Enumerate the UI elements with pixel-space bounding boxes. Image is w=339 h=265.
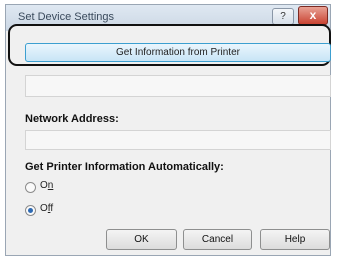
radio-off[interactable]	[25, 205, 36, 216]
help-button[interactable]: Help	[260, 229, 330, 250]
radio-off-label: Off	[40, 203, 54, 214]
radio-on-label: On	[40, 180, 54, 191]
info-display-field	[25, 75, 331, 97]
get-information-button[interactable]: Get Information from Printer	[25, 43, 331, 62]
network-address-field[interactable]	[25, 130, 331, 150]
radio-on[interactable]	[25, 182, 36, 193]
auto-info-label: Get Printer Information Automatically:	[25, 161, 224, 173]
network-address-label: Network Address:	[25, 113, 119, 125]
cancel-button[interactable]: Cancel	[183, 229, 252, 250]
titlebar-help-button[interactable]: ?	[272, 8, 294, 25]
dialog-title: Set Device Settings	[18, 11, 114, 23]
ok-button[interactable]: OK	[106, 229, 177, 250]
titlebar-close-button[interactable]: x	[298, 6, 328, 25]
